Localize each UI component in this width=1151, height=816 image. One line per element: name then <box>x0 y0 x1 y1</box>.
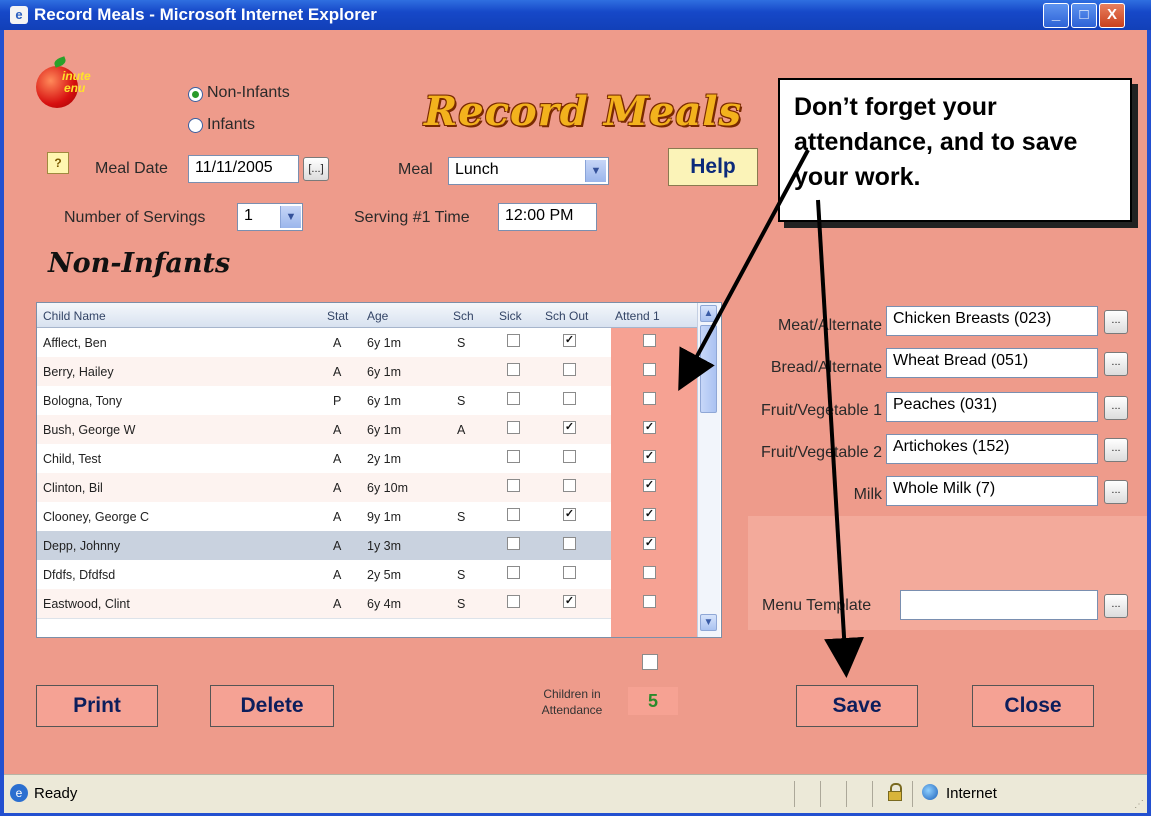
resize-grip-icon[interactable]: ⋰ <box>1134 799 1144 810</box>
status-divider <box>912 781 913 807</box>
status-bar: e Ready Internet ⋰ <box>4 774 1147 813</box>
arrow-to-attendance <box>678 149 810 392</box>
status-divider <box>872 781 873 807</box>
arrow-to-save <box>816 199 865 678</box>
status-ready: Ready <box>34 785 78 802</box>
ie-page-icon: e <box>10 784 28 802</box>
status-divider <box>820 781 821 807</box>
status-zone: Internet <box>946 785 997 802</box>
globe-icon <box>922 784 938 800</box>
callout-arrows <box>678 149 865 678</box>
lock-icon <box>888 783 902 801</box>
status-divider <box>846 781 847 807</box>
status-divider <box>794 781 795 807</box>
